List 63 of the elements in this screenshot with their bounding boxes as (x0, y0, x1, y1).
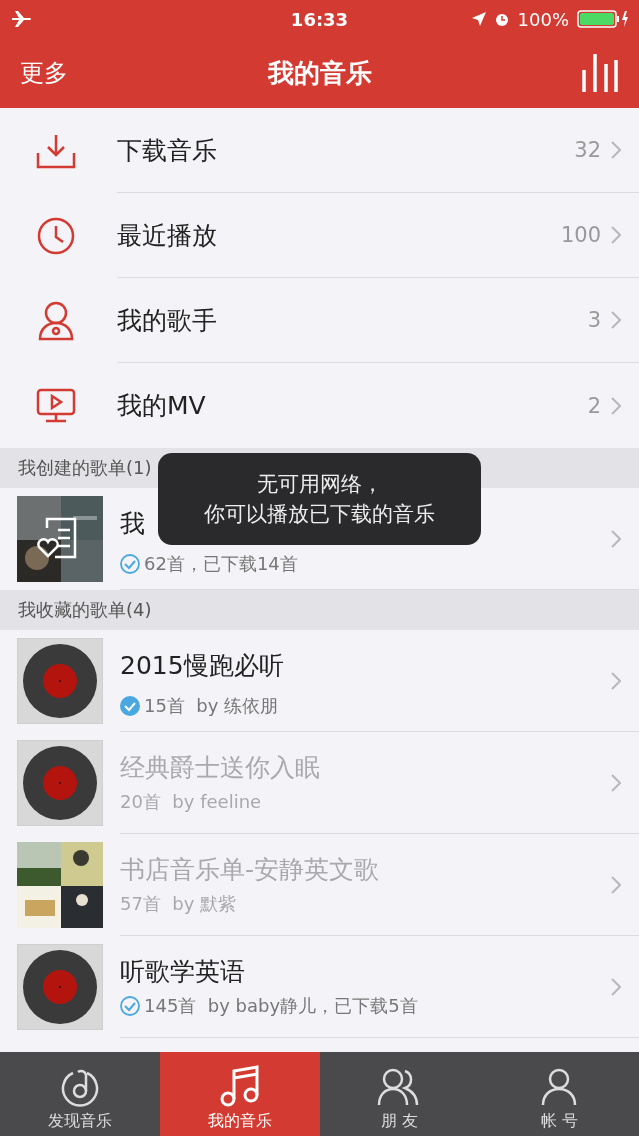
tab[interactable]: 帐 号 (479, 1052, 639, 1136)
section-title: 我创建的歌单(1) (18, 456, 152, 480)
item-count: 3 (587, 308, 601, 332)
playlist-info: 62首，已下载14首 (144, 552, 298, 576)
chevron-icon (611, 977, 621, 996)
person-icon (540, 1067, 579, 1107)
download-icon (36, 132, 76, 169)
tv-icon (36, 387, 76, 424)
chevron-icon (611, 226, 621, 244)
partial-check-icon (120, 554, 140, 574)
airplane-icon (12, 11, 32, 27)
playlist-title: 书店音乐单-安静英文歌 (120, 854, 380, 886)
item-count: 2 (587, 393, 601, 418)
playlist-info: 15首 by 练依朋 (144, 694, 279, 718)
vinyl-record-icon (17, 944, 103, 1030)
battery-percent: 100% (517, 8, 569, 30)
menu-item[interactable]: 我的MV 2 (0, 363, 639, 448)
music-note-icon (218, 1065, 261, 1107)
playlist-info: 57首 by 默紫 (120, 892, 237, 916)
playlist-info: 20首 by feeline (120, 790, 262, 814)
playlist-title: 我 (120, 508, 145, 540)
page-title: 我的音乐 (267, 56, 372, 90)
chevron-icon (611, 396, 621, 415)
section-title: 我收藏的歌单(4) (18, 598, 152, 622)
partial-check-icon (120, 996, 140, 1016)
toast-text: 你可以播放已下载的音乐 (204, 501, 435, 528)
playlist-item[interactable]: 2015慢跑必听 15首 by 练依朋 (0, 630, 639, 732)
chevron-icon (611, 141, 621, 159)
playlist-info: 145首 by baby静儿，已下载5首 (144, 994, 418, 1018)
chevron-icon (611, 529, 621, 548)
battery-icon (577, 10, 629, 28)
menu-item[interactable]: 我的歌手 3 (0, 278, 639, 363)
clock-icon (37, 216, 75, 255)
chevron-icon (611, 671, 621, 690)
menu-label: 最近播放 (117, 219, 217, 252)
music-disc-icon (60, 1067, 99, 1107)
toast-text: 无可用网络， (256, 471, 383, 498)
playlist-title: 2015慢跑必听 (120, 650, 284, 682)
tab[interactable]: 发现音乐 (0, 1052, 160, 1136)
more-button[interactable]: 更多 (20, 57, 68, 89)
menu-item[interactable]: 最近播放 100 (0, 193, 639, 278)
playlist-title: 听歌学英语 (120, 956, 245, 988)
chevron-icon (611, 875, 621, 894)
menu-item[interactable]: 下载音乐 32 (0, 108, 639, 193)
alarm-icon (493, 11, 510, 27)
tab[interactable]: 朋 友 (319, 1052, 480, 1136)
chevron-icon (611, 773, 621, 792)
downloaded-check-icon (120, 696, 140, 716)
tab[interactable]: 我的音乐 (159, 1052, 320, 1136)
vinyl-record-icon (17, 638, 103, 724)
playlist-item[interactable]: 听歌学英语 145首 by baby静儿，已下载5首 (0, 936, 639, 1038)
location-icon (471, 12, 486, 26)
item-count: 100 (560, 223, 601, 247)
vinyl-record-icon (17, 740, 103, 826)
menu-label: 下载音乐 (117, 134, 217, 167)
equalizer-icon[interactable] (581, 54, 619, 92)
chevron-icon (611, 311, 621, 329)
playlist-title: 经典爵士送你入眠 (120, 752, 320, 784)
item-count: 32 (574, 138, 601, 162)
person-icon (38, 300, 74, 341)
menu-label: 我的歌手 (117, 304, 217, 337)
status-time: 16:33 (290, 8, 349, 30)
menu-label: 我的MV (117, 390, 206, 422)
